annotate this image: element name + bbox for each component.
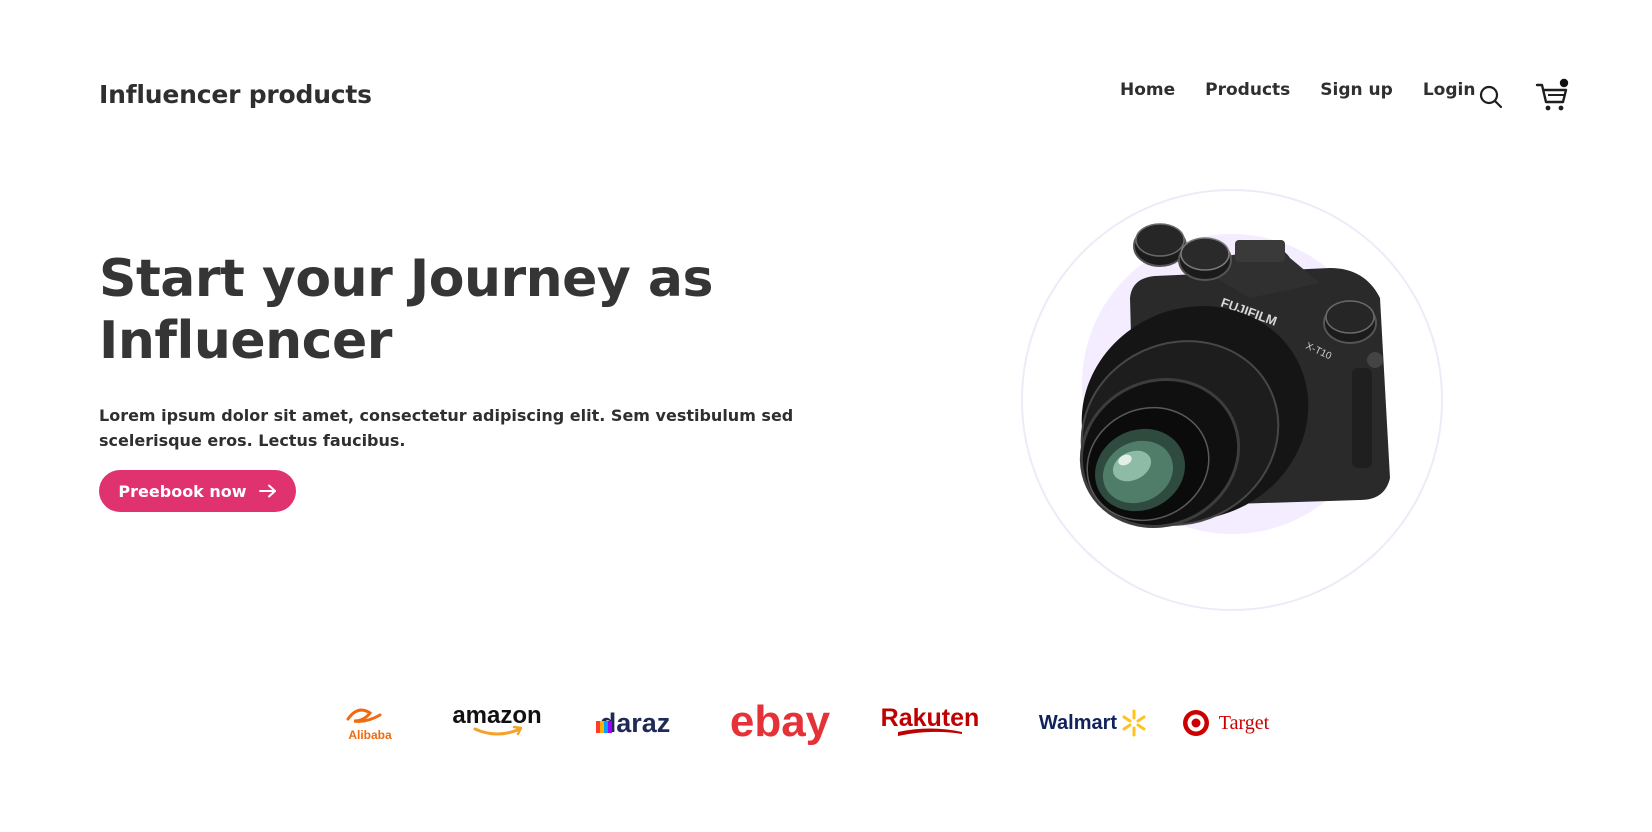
brand-logo-text[interactable]: Influencer products — [99, 80, 372, 109]
amazon-text: amazon — [452, 702, 541, 729]
hero-title-line2: Influencer — [99, 311, 392, 371]
camera-image: FUJIFILM X-T10 — [1021, 189, 1443, 611]
target-text: Target — [1219, 712, 1270, 734]
search-icon — [1479, 85, 1503, 109]
amazon-logo[interactable]: amazon — [450, 693, 545, 753]
cart-icon — [1535, 78, 1569, 111]
hero-title: Start your Journey as Influencer — [99, 248, 799, 372]
nav-home[interactable]: Home — [1120, 80, 1175, 100]
arrow-right-icon — [258, 484, 276, 498]
walmart-logo[interactable]: Walmart — [1030, 693, 1150, 753]
daraz-logo[interactable]: daraz — [590, 693, 680, 753]
walmart-text: Walmart — [1039, 712, 1118, 734]
ebay-logo[interactable]: ebay — [730, 693, 830, 753]
main-nav: Home Products Sign up Login — [1120, 80, 1475, 100]
rakuten-logo[interactable]: Rakuten — [880, 693, 980, 753]
nav-products[interactable]: Products — [1205, 80, 1290, 100]
ebay-text: ebay — [730, 697, 830, 746]
search-button[interactable] — [1478, 84, 1504, 110]
rakuten-text: Rakuten — [881, 704, 980, 732]
nav-login[interactable]: Login — [1423, 80, 1476, 100]
prebook-button[interactable]: Preebook now — [99, 470, 296, 512]
hero-product-visual: FUJIFILM X-T10 — [1020, 188, 1444, 612]
site-header: Influencer products Home Products Sign u… — [0, 0, 1652, 190]
alibaba-logo[interactable]: Alibaba — [340, 693, 400, 753]
hero-title-line1: Start your Journey as — [99, 249, 713, 309]
alibaba-text: Alibaba — [348, 728, 392, 742]
nav-signup[interactable]: Sign up — [1320, 80, 1393, 100]
brand-logos-row: Alibaba amazon daraz ebay Rakuten Walmar… — [340, 693, 1330, 753]
target-logo[interactable]: Target — [1180, 693, 1280, 753]
cart-button[interactable] — [1534, 78, 1570, 114]
prebook-button-label: Preebook now — [118, 481, 247, 501]
hero-description: Lorem ipsum dolor sit amet, consectetur … — [99, 406, 794, 450]
